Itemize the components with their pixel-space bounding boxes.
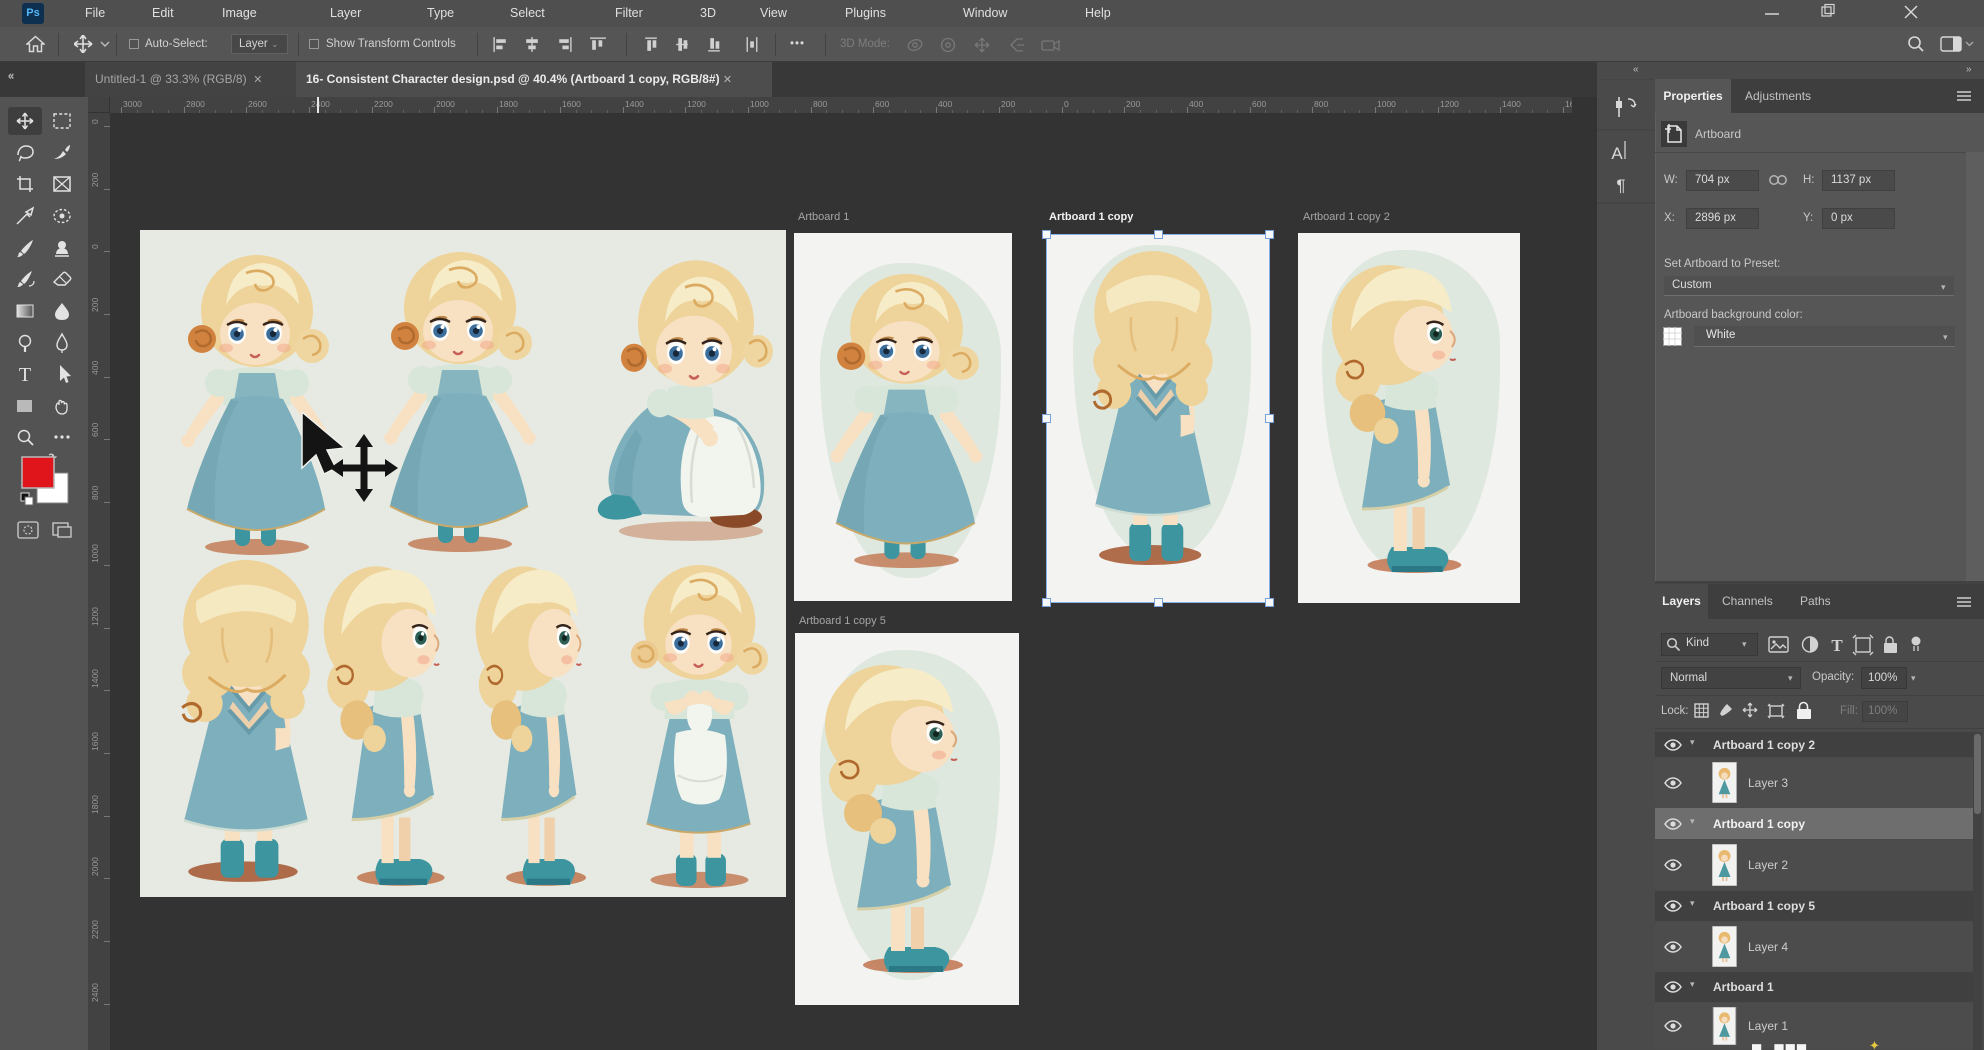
svg-text:T: T (1831, 636, 1843, 655)
svg-text:T: T (19, 364, 31, 386)
svg-text:A: A (1611, 144, 1623, 163)
svg-text:¶: ¶ (1616, 176, 1625, 195)
